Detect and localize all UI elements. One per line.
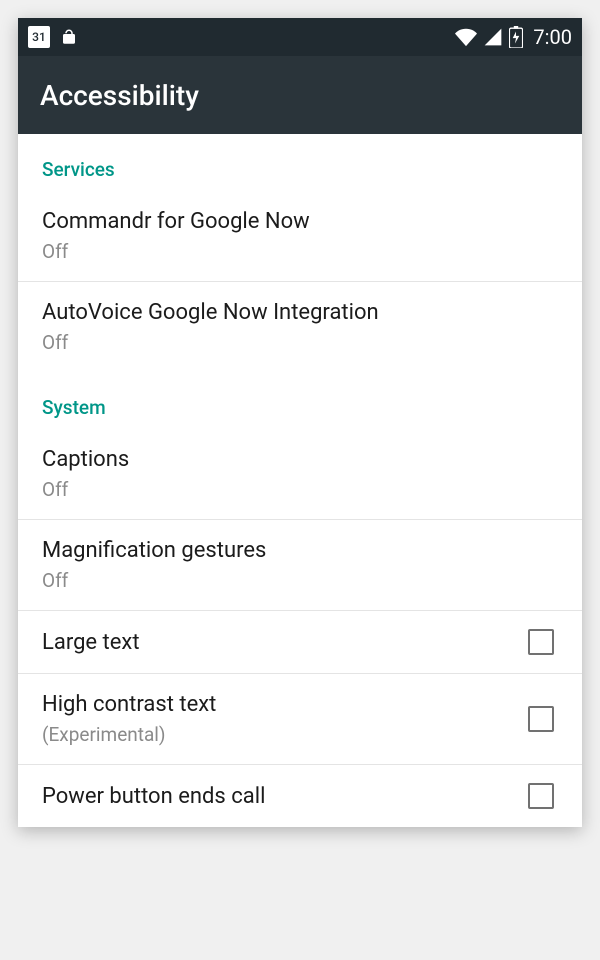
item-title: Power button ends call: [42, 784, 265, 809]
calendar-icon: 31: [28, 26, 50, 48]
item-text: Commandr for Google Now Off: [42, 209, 310, 263]
app-bar: Accessibility: [18, 56, 582, 134]
battery-icon: [509, 26, 523, 48]
list-item-magnification[interactable]: Magnification gestures Off: [18, 520, 582, 611]
item-text: Power button ends call: [42, 784, 265, 809]
item-sub: (Experimental): [42, 723, 216, 746]
signal-icon: [483, 27, 503, 47]
section-header-services: Services: [18, 134, 582, 191]
item-title: High contrast text: [42, 692, 216, 717]
item-title: AutoVoice Google Now Integration: [42, 300, 379, 325]
status-right: 7:00: [455, 25, 572, 49]
item-text: High contrast text (Experimental): [42, 692, 216, 746]
status-bar: 31: [18, 18, 582, 56]
content[interactable]: Services Commandr for Google Now Off Aut…: [18, 134, 582, 827]
item-title: Commandr for Google Now: [42, 209, 310, 234]
item-title: Large text: [42, 630, 140, 655]
item-title: Captions: [42, 447, 129, 472]
device-frame: 31: [18, 18, 582, 827]
page-title: Accessibility: [40, 79, 199, 112]
checkbox-high-contrast[interactable]: [528, 706, 554, 732]
list-item-commandr[interactable]: Commandr for Google Now Off: [18, 191, 582, 282]
item-sub: Off: [42, 478, 129, 501]
status-left: 31: [28, 26, 78, 48]
checkbox-large-text[interactable]: [528, 629, 554, 655]
clock: 7:00: [533, 25, 572, 49]
item-sub: Off: [42, 331, 379, 354]
list-item-autovoice[interactable]: AutoVoice Google Now Integration Off: [18, 282, 582, 372]
item-text: Captions Off: [42, 447, 129, 501]
list-item-large-text[interactable]: Large text: [18, 611, 582, 674]
list-item-power-button[interactable]: Power button ends call: [18, 765, 582, 827]
item-sub: Off: [42, 569, 266, 592]
list-item-high-contrast[interactable]: High contrast text (Experimental): [18, 674, 582, 765]
item-text: Large text: [42, 630, 140, 655]
unlock-icon: [60, 28, 78, 46]
wifi-icon: [455, 26, 477, 48]
item-text: Magnification gestures Off: [42, 538, 266, 592]
item-text: AutoVoice Google Now Integration Off: [42, 300, 379, 354]
section-header-system: System: [18, 372, 582, 429]
item-sub: Off: [42, 240, 310, 263]
calendar-day: 31: [32, 30, 46, 44]
checkbox-power-button[interactable]: [528, 783, 554, 809]
list-item-captions[interactable]: Captions Off: [18, 429, 582, 520]
item-title: Magnification gestures: [42, 538, 266, 563]
